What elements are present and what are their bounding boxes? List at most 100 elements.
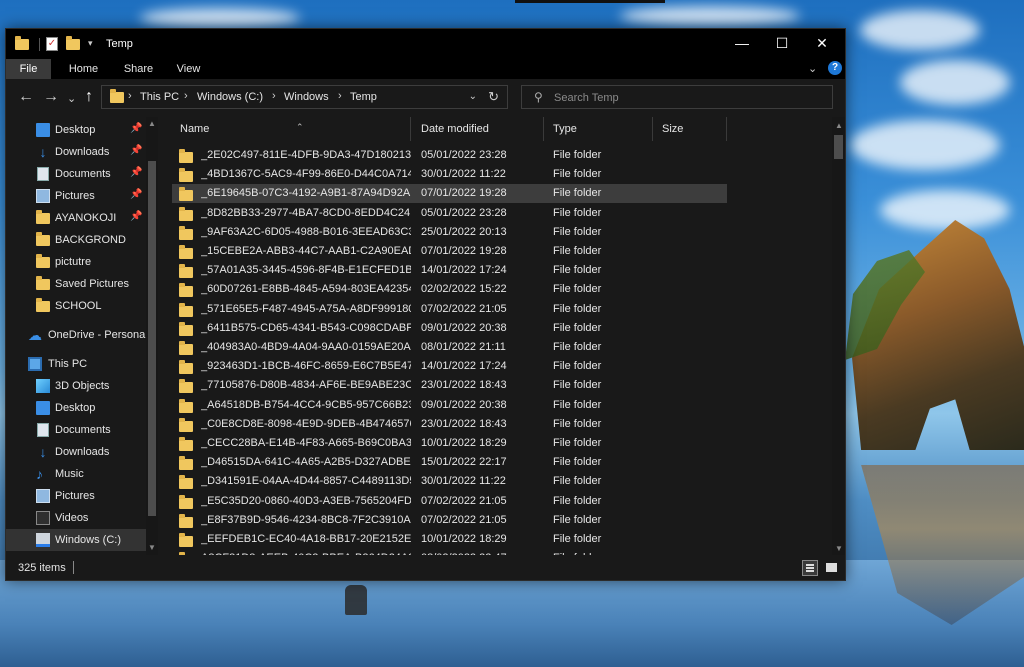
table-row[interactable]: _571E65E5-F487-4945-A75A-A8DF999180... 07… <box>172 300 727 319</box>
sidebar-item-onedrive[interactable]: ☁ OneDrive - Personal <box>6 324 148 346</box>
refresh-icon[interactable]: ↻ <box>488 89 499 105</box>
table-row[interactable]: _CECC28BA-E14B-4F83-A665-B69C0BA38... 10/… <box>172 434 727 453</box>
scroll-up-arrow[interactable]: ▲ <box>148 119 156 128</box>
sidebar-item-documents-pc[interactable]: Documents <box>6 419 146 441</box>
column-header-size[interactable]: Size <box>654 117 727 141</box>
table-row[interactable]: _6E19645B-07C3-4192-A9B1-87A94D92A... 07/… <box>172 184 727 204</box>
properties-icon[interactable]: ✓ <box>46 37 60 51</box>
column-header-date-modified[interactable]: Date modified <box>413 117 544 141</box>
table-row[interactable]: _2E02C497-811E-4DFB-9DA3-47D1802133... 05… <box>172 146 727 165</box>
file-date-modified: 02/02/2022 15:22 <box>421 283 507 296</box>
table-row[interactable]: _C0E8CD8E-8098-4E9D-9DEB-4B4746576 3... 2… <box>172 415 727 434</box>
table-row[interactable]: _923463D1-1BCB-46FC-8659-E6C7B5E474... 14… <box>172 357 727 376</box>
table-row[interactable]: _E5C35D20-0860-40D3-A3EB-7565204FD... 07/… <box>172 492 727 511</box>
table-row[interactable]: _D46515DA-641C-4A65-A2B5-D327ADBE... 15/0… <box>172 453 727 472</box>
breadcrumb-separator[interactable]: › <box>338 90 342 102</box>
file-date-modified: 30/01/2022 11:22 <box>421 475 506 488</box>
sidebar-item-music[interactable]: ♪ Music <box>6 463 146 485</box>
scroll-down-arrow[interactable]: ▼ <box>148 543 156 552</box>
details-view-button[interactable] <box>802 560 818 576</box>
sidebar-item-desktop[interactable]: Desktop 📌 <box>6 119 146 141</box>
pin-icon[interactable]: 📌 <box>130 189 142 200</box>
sidebar-item-this-pc[interactable]: This PC <box>6 353 146 375</box>
table-row[interactable]: _A64518DB-B754-4CC4-9CB5-957C66B23... 09/… <box>172 396 727 415</box>
file-explorer-window: ✓ ▾ Temp — ☐ ✕ File Home Share View ⌄ ? … <box>5 28 846 581</box>
sidebar-item-downloads[interactable]: ↓ Downloads 📌 <box>6 141 146 163</box>
sidebar-item-label: This PC <box>48 358 88 370</box>
breadcrumb-separator[interactable]: › <box>272 90 276 102</box>
title-bar[interactable]: ✓ ▾ Temp — ☐ ✕ <box>6 29 845 59</box>
breadcrumb-temp[interactable]: Temp <box>350 91 377 103</box>
file-name: _2E02C497-811E-4DFB-9DA3-47D1802133... <box>201 149 411 161</box>
sidebar-item-label: Documents <box>55 168 111 180</box>
close-button[interactable]: ✕ <box>799 29 845 59</box>
table-row[interactable]: _57A01A35-3445-4596-8F4B-E1ECFED1B2... 14… <box>172 261 727 280</box>
file-date-modified: 14/01/2022 17:24 <box>421 264 507 277</box>
sidebar-item-3d-objects[interactable]: 3D Objects <box>6 375 146 397</box>
expand-ribbon-icon[interactable]: ⌄ <box>808 62 817 75</box>
new-folder-icon[interactable] <box>66 36 80 51</box>
sidebar-item-saved-pictures[interactable]: Saved Pictures <box>6 273 146 295</box>
file-name: _CECC28BA-E14B-4F83-A665-B69C0BA38... <box>201 437 411 449</box>
sidebar-item-videos[interactable]: Videos <box>6 507 146 529</box>
tab-file[interactable]: File <box>6 59 51 79</box>
breadcrumb-separator[interactable]: › <box>184 90 188 102</box>
pin-icon[interactable]: 📌 <box>130 123 142 134</box>
scroll-down-arrow[interactable]: ▼ <box>835 544 843 553</box>
sidebar-item-desktop-pc[interactable]: Desktop <box>6 397 146 419</box>
sidebar-item-documents[interactable]: Documents 📌 <box>6 163 146 185</box>
table-row[interactable]: _4BD1367C-5AC9-4F99-86E0-D44C0A714... 30/… <box>172 165 727 184</box>
sidebar-item-backgrond[interactable]: BACKGROND <box>6 229 146 251</box>
file-type: File folder <box>553 225 602 238</box>
sidebar-item-windows-c[interactable]: Windows (C:) <box>6 529 146 551</box>
sidebar-item-label: Documents <box>55 424 111 436</box>
recent-locations-button[interactable]: ⌄ <box>67 91 76 107</box>
scroll-up-arrow[interactable]: ▲ <box>835 121 843 130</box>
sidebar-item-school[interactable]: SCHOOL <box>6 295 146 317</box>
file-date-modified: 15/01/2022 22:17 <box>421 456 507 469</box>
table-row[interactable]: _60D07261-E8BB-4845-A594-803EA4235494 02/… <box>172 280 727 299</box>
address-history-dropdown[interactable]: ⌄ <box>469 91 477 102</box>
file-list-scrollbar[interactable] <box>832 117 845 555</box>
pin-icon[interactable]: 📌 <box>130 167 142 178</box>
file-name: _E5C35D20-0860-40D3-A3EB-7565204FD... <box>201 494 411 507</box>
table-row[interactable]: _D341591E-04AA-4D44-8857-C4489113D5... 30… <box>172 472 727 491</box>
tab-home[interactable]: Home <box>61 59 106 79</box>
sidebar-item-downloads-pc[interactable]: ↓ Downloads <box>6 441 146 463</box>
file-type: File folder <box>553 360 602 373</box>
breadcrumb-this-pc[interactable]: This PC <box>140 91 179 103</box>
table-row[interactable]: _6411B575-CD65-4341-B543-C098CDABF... 09/… <box>172 319 727 338</box>
sidebar-item-pictures-pc[interactable]: Pictures <box>6 485 146 507</box>
sidebar-scroll-thumb[interactable] <box>148 161 156 516</box>
customize-quick-access-dropdown[interactable]: ▾ <box>88 38 93 49</box>
up-button[interactable]: ↑ <box>85 89 93 105</box>
address-bar[interactable]: › This PC › Windows (C:) › Windows › Tem… <box>101 85 508 109</box>
forward-button[interactable]: → <box>43 89 59 105</box>
pin-icon[interactable]: 📌 <box>130 145 142 156</box>
large-icons-view-button[interactable] <box>824 560 840 576</box>
file-type: File folder <box>553 417 602 430</box>
breadcrumb-windows-c[interactable]: Windows (C:) <box>197 91 263 103</box>
sidebar-item-pictutre[interactable]: pictutre <box>6 251 146 273</box>
search-box[interactable]: ⚲ <box>521 85 833 109</box>
column-header-name[interactable]: ⌃ Name <box>172 117 411 141</box>
table-row[interactable]: _E8F37B9D-9546-4234-8BC8-7F2C3910AE... 07… <box>172 511 727 530</box>
table-row[interactable]: _9AF63A2C-6D05-4988-B016-3EEAD63C3... 25/… <box>172 223 727 242</box>
column-header-type[interactable]: Type <box>545 117 653 141</box>
sidebar-item-pictures[interactable]: Pictures 📌 <box>6 185 146 207</box>
back-button[interactable]: ← <box>18 89 34 105</box>
table-row[interactable]: _15CEBE2A-ABB3-44C7-AAB1-C2A90EAD... 07/0… <box>172 242 727 261</box>
table-row[interactable]: _EEFDEB1C-EC40-4A18-BB17-20E2152E5E... 10… <box>172 530 727 549</box>
table-row[interactable]: A8CF81D8-AEEB-40C2-BBEA-B264D24A3... 08/0… <box>172 549 727 555</box>
table-row[interactable]: _77105876-D80B-4834-AF6E-BE9ABE23C6... 23… <box>172 376 727 395</box>
search-input[interactable] <box>552 89 826 107</box>
help-icon[interactable]: ? <box>828 61 842 75</box>
table-row[interactable]: _404983A0-4BD9-4A04-9AA0-0159AE20A... 08/… <box>172 338 727 357</box>
sidebar-item-ayanokoji[interactable]: AYANOKOJI 📌 <box>6 207 146 229</box>
tab-share[interactable]: Share <box>116 59 161 79</box>
tab-view[interactable]: View <box>166 59 211 79</box>
file-list-scroll-thumb[interactable] <box>834 135 843 159</box>
breadcrumb-windows[interactable]: Windows <box>284 91 329 103</box>
pin-icon[interactable]: 📌 <box>130 211 142 222</box>
table-row[interactable]: _8D82BB33-2977-4BA7-8CD0-8EDD4C24E... 05/… <box>172 204 727 223</box>
